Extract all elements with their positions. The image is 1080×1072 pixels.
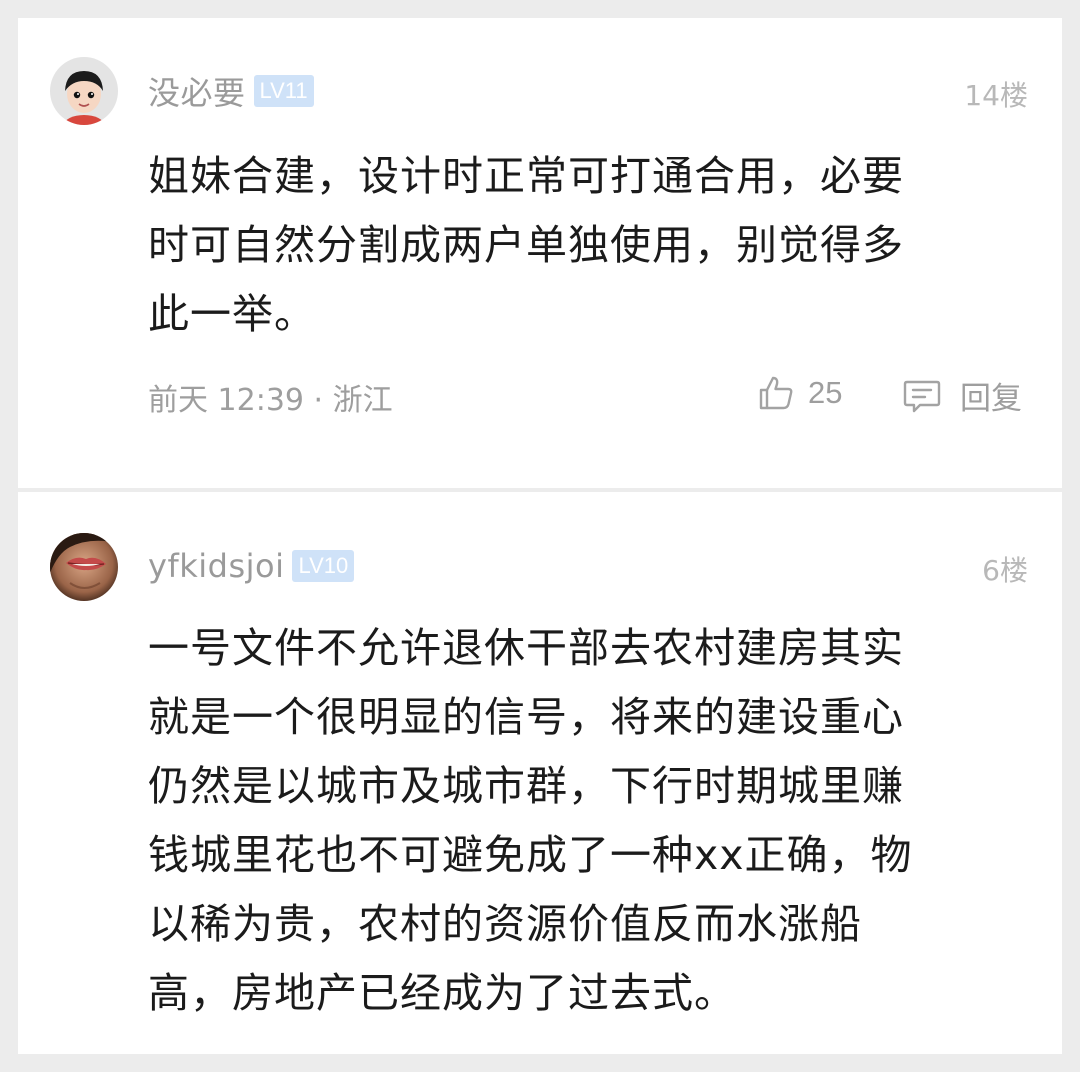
- comment-meta: 前天 12:39 · 浙江: [148, 383, 393, 418]
- comment-bubble-icon: [903, 380, 941, 412]
- username[interactable]: 没必要: [148, 68, 246, 114]
- cartoon-avatar-icon: [50, 57, 118, 125]
- level-badge: LV11: [253, 75, 314, 107]
- avatar[interactable]: [50, 57, 118, 125]
- like-button[interactable]: 25: [756, 373, 842, 413]
- user-row: 没必要 LV11: [148, 68, 314, 114]
- like-count: 25: [808, 375, 843, 410]
- floor-number: 6楼: [982, 554, 1028, 587]
- user-row: yfkidsjoi LV10: [148, 546, 355, 586]
- reply-button[interactable]: 回复: [902, 373, 1022, 418]
- comment-text: 一号文件不允许退休干部去农村建房其实 就是一个很明显的信号，将来的建设重心 仍然…: [148, 624, 913, 1017]
- reply-label: 回复: [960, 381, 1022, 417]
- username[interactable]: yfkidsjoi: [148, 547, 284, 585]
- thumbs-up-icon: [759, 376, 793, 410]
- comment-card: yfkidsjoi LV10 6楼 一号文件不允许退休干部去农村建房其实 就是一…: [18, 492, 1062, 1054]
- floor-number: 14楼: [964, 79, 1028, 112]
- comment-text: 姐妹合建，设计时正常可打通合用，必要 时可自然分割成两户单独使用，别觉得多 此一…: [148, 152, 904, 338]
- lips-photo-avatar-icon: [50, 533, 118, 601]
- avatar[interactable]: [50, 533, 118, 601]
- comment-card: 没必要 LV11 14楼 姐妹合建，设计时正常可打通合用，必要 时可自然分割成两…: [18, 18, 1062, 488]
- level-badge: LV10: [292, 550, 355, 582]
